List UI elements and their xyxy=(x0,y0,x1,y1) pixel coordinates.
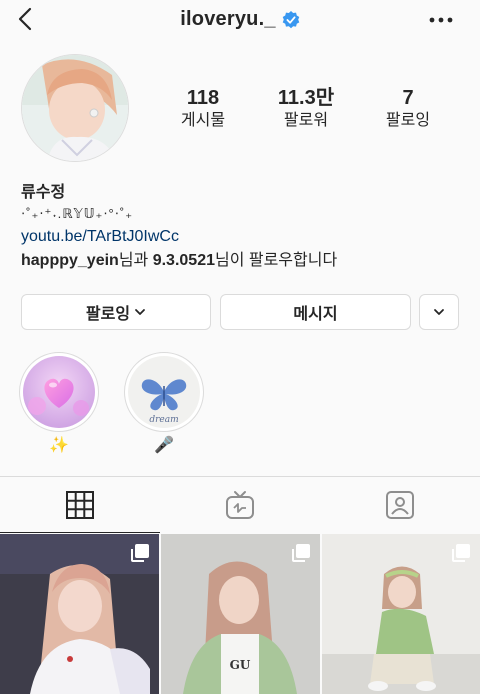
stat-followers[interactable]: 11.3만 팔로워 xyxy=(256,86,356,132)
tab-tagged[interactable] xyxy=(320,477,480,533)
top-bar: iloveryu._ xyxy=(0,0,480,44)
highlight-ring xyxy=(19,352,99,432)
following-button-label: 팔로잉 xyxy=(85,306,131,323)
followers-label: 팔로워 xyxy=(283,112,329,129)
following-label: 팔로잉 xyxy=(385,112,431,129)
suggested-dropdown-button[interactable] xyxy=(419,294,459,330)
photo-grid: GU xyxy=(0,534,480,694)
profile-avatar[interactable] xyxy=(21,54,129,162)
stat-posts[interactable]: 118 게시물 xyxy=(153,86,253,132)
following-button[interactable]: 팔로잉 xyxy=(21,294,211,330)
igtv-icon xyxy=(226,491,254,519)
profile-tabs xyxy=(0,476,480,533)
highlight-cover: dream xyxy=(128,356,200,428)
verified-badge-icon xyxy=(282,10,299,28)
story-highlight-1[interactable]: ✨ xyxy=(19,352,99,458)
highlight-ring: dream xyxy=(124,352,204,432)
highlight-cover xyxy=(23,356,95,428)
followers-count: 11.3만 xyxy=(277,87,335,109)
username-text: iloveryu._ xyxy=(180,8,276,30)
highlight-label: 🎤 xyxy=(154,437,174,454)
posts-label: 게시물 xyxy=(180,112,226,129)
story-highlight-2[interactable]: dream 🎤 xyxy=(124,352,204,458)
following-count: 7 xyxy=(402,87,414,109)
grid-post[interactable] xyxy=(322,534,480,694)
message-button-label: 메시지 xyxy=(293,306,338,323)
mutual-user-2[interactable]: 9.3.0521 xyxy=(153,252,215,269)
grid-post[interactable] xyxy=(0,534,159,694)
username-header: iloveryu._ xyxy=(0,8,480,31)
butterfly-icon: dream xyxy=(128,356,200,428)
display-name: 류수정 xyxy=(21,184,66,201)
chevron-down-icon xyxy=(434,309,444,315)
svg-text:dream: dream xyxy=(149,415,178,425)
multiple-posts-icon xyxy=(292,544,310,562)
grid-icon xyxy=(66,490,94,519)
chevron-down-icon xyxy=(135,309,145,315)
svg-text:GU: GU xyxy=(230,658,251,672)
avatar-image xyxy=(22,55,128,161)
multiple-posts-icon xyxy=(452,544,470,562)
bio-decoration: ⋅˚₊‧⁺˖.ℝ𝕐𝕌₊⋅°⋅˚₊ xyxy=(21,206,134,221)
highlight-label: ✨ xyxy=(49,437,69,454)
profile-bio: 류수정 ⋅˚₊‧⁺˖.ℝ𝕐𝕌₊⋅°⋅˚₊ youtu.be/TArBtJ0IwC… xyxy=(21,182,461,272)
stat-following[interactable]: 7 팔로잉 xyxy=(358,86,458,132)
tagged-icon xyxy=(386,491,414,519)
multiple-posts-icon xyxy=(131,544,149,562)
mutual-text-mid: 님과 xyxy=(118,252,153,269)
pink-heart-icon xyxy=(23,356,95,428)
mutual-user-1[interactable]: happpy_yein xyxy=(21,252,119,269)
tab-grid[interactable] xyxy=(0,477,160,533)
bio-link[interactable]: youtu.be/TArBtJ0IwCc xyxy=(21,224,461,250)
mutual-followers[interactable]: happpy_yein님과 9.3.0521님이 팔로우합니다 xyxy=(21,250,461,272)
message-button[interactable]: 메시지 xyxy=(220,294,411,330)
grid-post[interactable]: GU xyxy=(161,534,320,694)
mutual-text-suffix: 님이 팔로우합니다 xyxy=(214,252,338,269)
posts-count: 118 xyxy=(186,87,220,109)
more-options-icon[interactable] xyxy=(426,10,456,30)
tab-igtv[interactable] xyxy=(160,477,320,533)
